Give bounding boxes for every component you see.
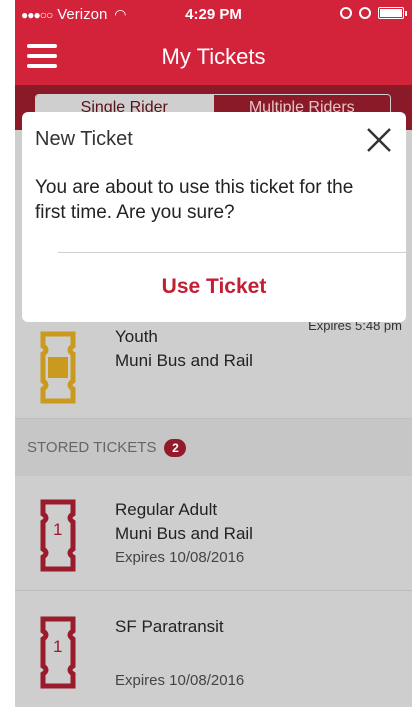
ticket-expires: Expires 10/08/2016 bbox=[115, 549, 245, 566]
ticket-expires: Expires 10/08/2016 bbox=[115, 672, 245, 689]
stored-ticket-regular-adult[interactable]: 1 Regular Adult Muni Bus and Rail Expire… bbox=[15, 476, 412, 591]
nav-bar: My Tickets bbox=[15, 30, 412, 85]
close-icon[interactable] bbox=[366, 127, 392, 153]
battery-icon bbox=[378, 7, 407, 19]
ticket-rider-type: SF Paratransit bbox=[115, 617, 224, 636]
ticket-service: Muni Bus and Rail bbox=[115, 351, 253, 370]
stored-tickets-header: STORED TICKETS 2 bbox=[15, 419, 412, 476]
ticket-count-number: 1 bbox=[53, 520, 63, 539]
stored-tickets-label: STORED TICKETS bbox=[27, 439, 157, 456]
ticket-rider-type: Regular Adult bbox=[115, 500, 218, 519]
youth-ticket-icon bbox=[40, 331, 76, 404]
stored-tickets-count-badge: 2 bbox=[164, 438, 187, 457]
alarm-icon bbox=[359, 7, 371, 19]
use-ticket-button[interactable]: Use Ticket bbox=[22, 275, 406, 299]
page-title: My Tickets bbox=[161, 44, 266, 69]
new-ticket-dialog: New Ticket You are about to use this tic… bbox=[22, 112, 406, 322]
ticket-service: Muni Bus and Rail bbox=[115, 524, 253, 543]
stored-ticket-sf-paratransit[interactable]: 1 SF Paratransit Expires 10/08/2016 bbox=[15, 591, 412, 707]
dialog-title: New Ticket bbox=[35, 128, 133, 150]
ticket-rider-type: Youth bbox=[115, 327, 158, 346]
dialog-divider bbox=[58, 252, 406, 253]
dialog-message: You are about to use this ticket for the… bbox=[35, 177, 354, 223]
rotation-lock-icon bbox=[340, 7, 352, 19]
ticket-count-number: 1 bbox=[53, 637, 63, 656]
status-bar: ●●●○○ Verizon ◠ 4:29 PM bbox=[15, 0, 412, 30]
app-screen: ●●●○○ Verizon ◠ 4:29 PM My Tickets Singl… bbox=[15, 0, 412, 707]
